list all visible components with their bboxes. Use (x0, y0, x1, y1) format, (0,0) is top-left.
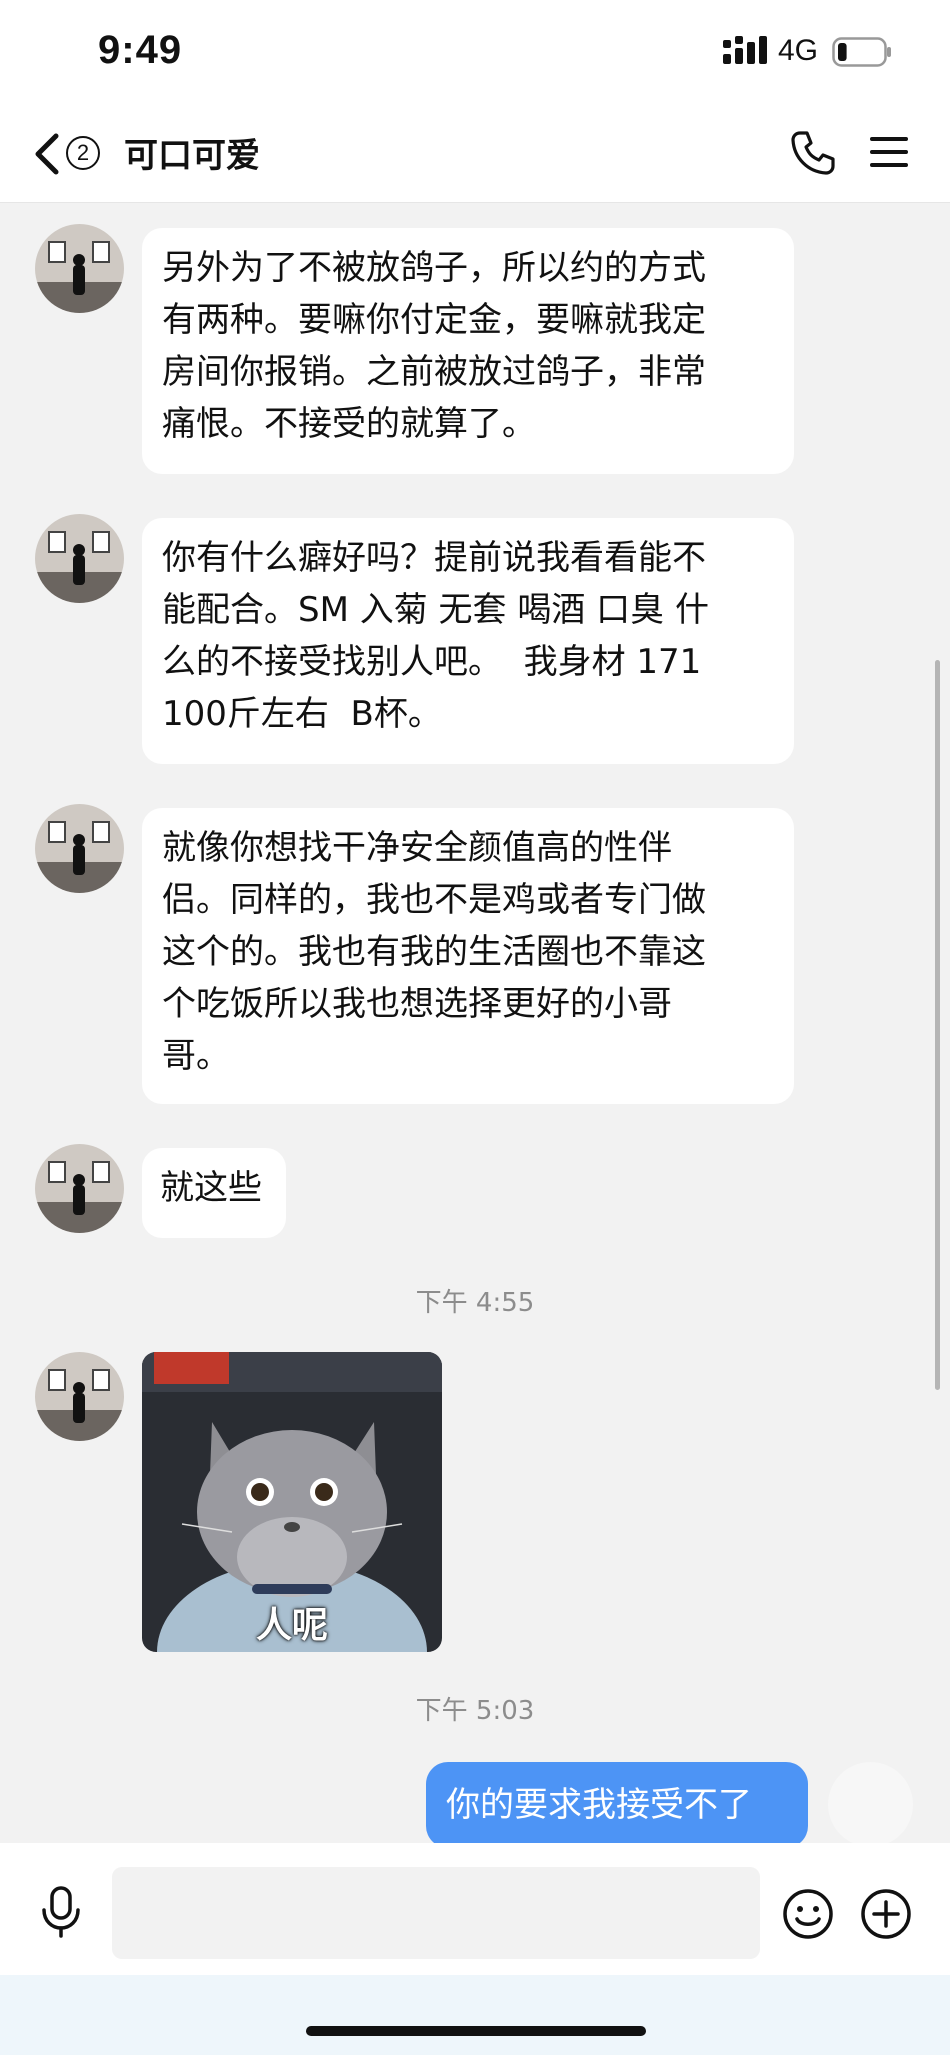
microphone-icon[interactable] (38, 1886, 84, 1938)
incoming-message-bubble[interactable]: 另外为了不被放鸽子，所以约的方式 有两种。要嘛你付定金，要嘛就我定 房间你报销。… (142, 228, 794, 474)
battery-fill (838, 43, 847, 61)
contact-avatar[interactable] (35, 1144, 124, 1233)
incoming-message-bubble[interactable]: 就这些 (142, 1148, 286, 1238)
contact-avatar[interactable] (35, 1352, 124, 1441)
message-timestamp: 下午 5:03 (415, 1696, 535, 1726)
battery-icon (832, 37, 891, 67)
status-time: 9:49 (98, 28, 183, 72)
unread-count-badge: 2 (66, 136, 100, 170)
chat-title[interactable]: 可口可爱 (124, 128, 260, 177)
message-timestamp: 下午 4:55 (415, 1288, 535, 1318)
outgoing-message-bubble[interactable]: 你的要求我接受不了 (426, 1762, 808, 1848)
contact-avatar[interactable] (35, 804, 124, 893)
status-bar: 9:49 4G (0, 0, 950, 100)
contact-avatar[interactable] (35, 514, 124, 603)
home-indicator[interactable] (306, 2026, 646, 2036)
cat-sticker-message[interactable]: 人呢 (142, 1352, 442, 1652)
sticker-caption: 人呢 (255, 1605, 328, 1646)
contact-avatar[interactable] (35, 224, 124, 313)
message-input[interactable] (112, 1867, 760, 1959)
self-avatar[interactable] (828, 1762, 913, 1847)
network-type: 4G (778, 34, 819, 67)
scrollbar[interactable] (935, 660, 940, 1390)
phone-icon[interactable] (790, 130, 836, 176)
smiley-icon[interactable] (782, 1888, 834, 1940)
incoming-message-bubble[interactable]: 你有什么癖好吗？提前说我看看能不 能配合。SM 入菊 无套 喝酒 口臭 什 么的… (142, 518, 794, 764)
hamburger-menu-icon[interactable] (870, 134, 908, 170)
home-area (0, 1975, 950, 2055)
signal-icon (723, 36, 767, 64)
incoming-message-bubble[interactable]: 就像你想找干净安全颜值高的性伴 侣。同样的，我也不是鸡或者专门做 这个的。我也有… (142, 808, 794, 1104)
chevron-left-icon[interactable] (30, 130, 64, 178)
plus-circle-icon[interactable] (860, 1888, 912, 1940)
